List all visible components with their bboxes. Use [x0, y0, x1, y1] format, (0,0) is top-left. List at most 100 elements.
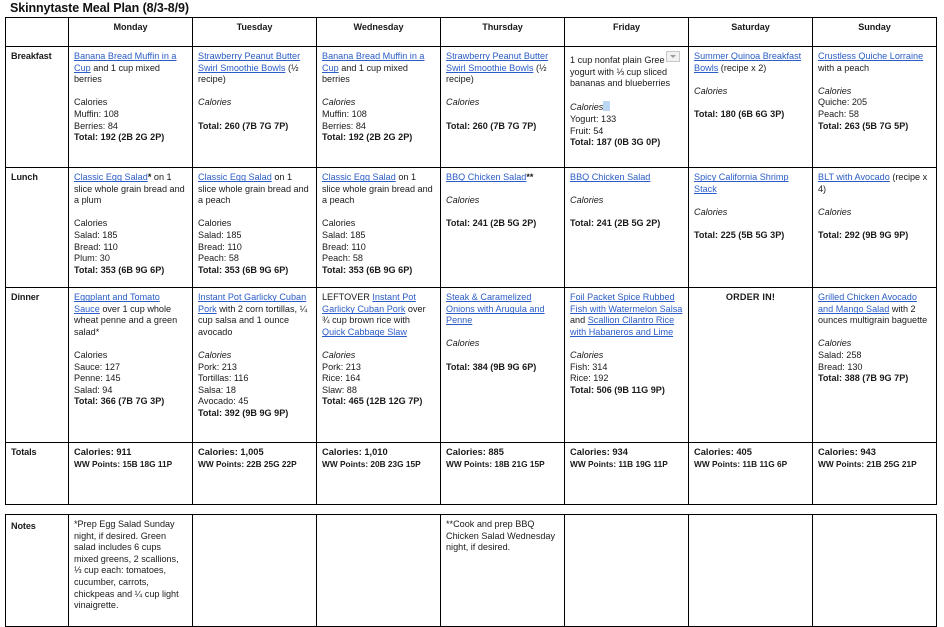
calorie-line: Muffin: 108 [74, 108, 119, 119]
calories-header: Calories [818, 206, 852, 217]
row-label-breakfast: Breakfast [5, 46, 69, 168]
row-label-lunch: Lunch [5, 167, 69, 288]
calories-header: Calories [818, 338, 852, 349]
calorie-total: Total: 241 (2B 5G 2P) [446, 218, 537, 229]
recipe-link[interactable]: Crustless Quiche Lorraine [818, 51, 923, 61]
cell-lunch-friday: BBQ Chicken Salad Calories Total: 241 (2… [564, 167, 689, 288]
cell-dinner-tuesday: Instant Pot Garlicky Cuban Pork with 2 c… [192, 287, 317, 443]
cell-dinner-sunday: Grilled Chicken Avocado and Mango Salad … [812, 287, 937, 443]
recipe-link[interactable]: Quick Cabbage Slaw [322, 327, 407, 337]
calorie-line: Penne: 145 [74, 373, 121, 384]
header-wednesday: Wednesday [316, 17, 441, 47]
cell-text: with a peach [818, 62, 870, 73]
calories-header-text: Calories [570, 102, 604, 113]
recipe-link[interactable]: Classic Egg Salad [322, 172, 396, 182]
recipe-link[interactable]: BBQ Chicken Salad [570, 172, 650, 182]
recipe-link[interactable]: Classic Egg Salad [74, 172, 148, 182]
header-tuesday: Tuesday [192, 17, 317, 47]
calorie-line: Peach: 58 [322, 253, 363, 264]
cell-notes-tuesday [192, 514, 317, 627]
cell-text: (recipe x 2) [718, 62, 767, 73]
cell-breakfast-saturday: Summer Quinoa Breakfast Bowls (recipe x … [688, 46, 813, 168]
cell-totals-saturday: Calories: 405 WW Points: 11B 11G 6P [688, 442, 813, 505]
autocomplete-chevron-icon[interactable] [665, 51, 680, 62]
calorie-total: Total: 465 (12B 12G 7P) [322, 396, 423, 407]
totals-calories: Calories: 1,010 [322, 447, 388, 457]
cell-dinner-friday: Foil Packet Spice Rubbed Fish with Water… [564, 287, 689, 443]
calorie-line: Bread: 110 [198, 241, 242, 252]
row-label-dinner: Dinner [5, 287, 69, 443]
cell-breakfast-friday: 1 cup nonfat plain Gree yogurt with ⅓ cu… [564, 46, 689, 168]
calories-header: Calories [322, 218, 356, 229]
calorie-line: Quiche: 205 [818, 97, 868, 108]
recipe-link[interactable]: BLT with Avocado [818, 172, 890, 182]
calorie-total: Total: 192 (2B 2G 2P) [322, 132, 413, 143]
cell-breakfast-sunday: Crustless Quiche Lorraine with a peach C… [812, 46, 937, 168]
calorie-total: Total: 506 (9B 11G 9P) [570, 384, 665, 395]
recipe-link[interactable]: Foil Packet Spice Rubbed Fish with Water… [570, 292, 682, 314]
cell-dinner-saturday: ORDER IN! [688, 287, 813, 443]
totals-calories: Calories: 911 [74, 447, 132, 457]
calorie-line: Peach: 58 [198, 253, 239, 264]
calorie-line: Bread: 130 [818, 361, 863, 372]
calories-header: Calories [74, 97, 108, 108]
cell-dinner-wednesday: LEFTOVER Instant Pot Garlicky Cuban Pork… [316, 287, 441, 443]
cell-lunch-tuesday: Classic Egg Salad on 1 slice whole grain… [192, 167, 317, 288]
text-selection-highlight [603, 101, 611, 112]
calorie-line: Yogurt: 133 [570, 113, 617, 124]
recipe-link[interactable]: Classic Egg Salad [198, 172, 272, 182]
recipe-link[interactable]: Spicy California Shrimp Stack [694, 172, 789, 194]
calorie-line: Rice: 192 [570, 373, 609, 384]
cell-lunch-sunday: BLT with Avocado (recipe x 4) Calories T… [812, 167, 937, 288]
header-friday: Friday [564, 17, 689, 47]
calories-header: Calories [818, 85, 852, 96]
cell-breakfast-thursday: Strawberry Peanut Butter Swirl Smoothie … [440, 46, 565, 168]
totals-ww-points: WW Points: 21B 25G 21P [818, 458, 917, 469]
calories-header: Calories [694, 206, 728, 217]
cell-totals-monday: Calories: 911 WW Points: 15B 18G 11P [68, 442, 193, 505]
calorie-total: Total: 353 (6B 9G 6P) [198, 264, 289, 275]
calorie-total: Total: 260 (7B 7G 7P) [446, 120, 537, 131]
table-row-lunch: Lunch Classic Egg Salad* on 1 slice whol… [5, 167, 937, 288]
cell-totals-friday: Calories: 934 WW Points: 11B 19G 11P [564, 442, 689, 505]
calories-header: Calories [446, 338, 480, 349]
calorie-line: Fruit: 54 [570, 125, 604, 136]
calorie-total: Total: 353 (6B 9G 6P) [322, 264, 413, 275]
totals-ww-points: WW Points: 11B 11G 6P [694, 458, 788, 469]
calorie-total: Total: 192 (2B 2G 2P) [74, 132, 165, 143]
calorie-total: Total: 187 (0B 3G 0P) [570, 137, 661, 148]
calorie-line: Salad: 185 [198, 229, 242, 240]
cell-text: yogurt with ⅓ cup sliced bananas and blu… [570, 66, 671, 89]
recipe-link[interactable]: BBQ Chicken Salad [446, 172, 526, 182]
calorie-line: Pork: 213 [198, 361, 237, 372]
header-corner [5, 17, 69, 47]
table-row-breakfast: Breakfast Banana Bread Muffin in a Cup a… [5, 46, 937, 168]
calories-header: Calories [74, 349, 108, 360]
header-sunday: Sunday [812, 17, 937, 47]
cell-text: 1 cup nonfat plain Gree [570, 55, 665, 65]
totals-ww-points: WW Points: 11B 19G 11P [570, 458, 668, 469]
recipe-link[interactable]: Steak & Caramelized Onions with Arugula … [446, 292, 545, 325]
header-saturday: Saturday [688, 17, 813, 47]
calories-header: Calories [694, 85, 728, 96]
calorie-line: Peach: 58 [818, 108, 859, 119]
calorie-total: Total: 392 (9B 9G 9P) [198, 407, 289, 418]
cell-dinner-thursday: Steak & Caramelized Onions with Arugula … [440, 287, 565, 443]
cell-notes-monday: *Prep Egg Salad Sunday night, if desired… [68, 514, 193, 627]
table-row-totals: Totals Calories: 911 WW Points: 15B 18G … [5, 442, 937, 505]
calorie-total: Total: 260 (7B 7G 7P) [198, 120, 289, 131]
footnote-marker: ** [526, 172, 534, 182]
cell-lunch-wednesday: Classic Egg Salad on 1 slice whole grain… [316, 167, 441, 288]
cell-text: and [570, 315, 588, 326]
table-header-row: Monday Tuesday Wednesday Thursday Friday… [5, 17, 937, 47]
calories-header: Calories [198, 218, 232, 229]
row-label-totals: Totals [5, 442, 69, 505]
meal-plan-document: Skinnytaste Meal Plan (8/3-8/9) Monday T… [0, 0, 944, 627]
table-row-dinner: Dinner Eggplant and Tomato Sauce over 1 … [5, 287, 937, 443]
notes-table: Notes *Prep Egg Salad Sunday night, if d… [5, 514, 937, 627]
calorie-line: Sauce: 127 [74, 361, 121, 372]
